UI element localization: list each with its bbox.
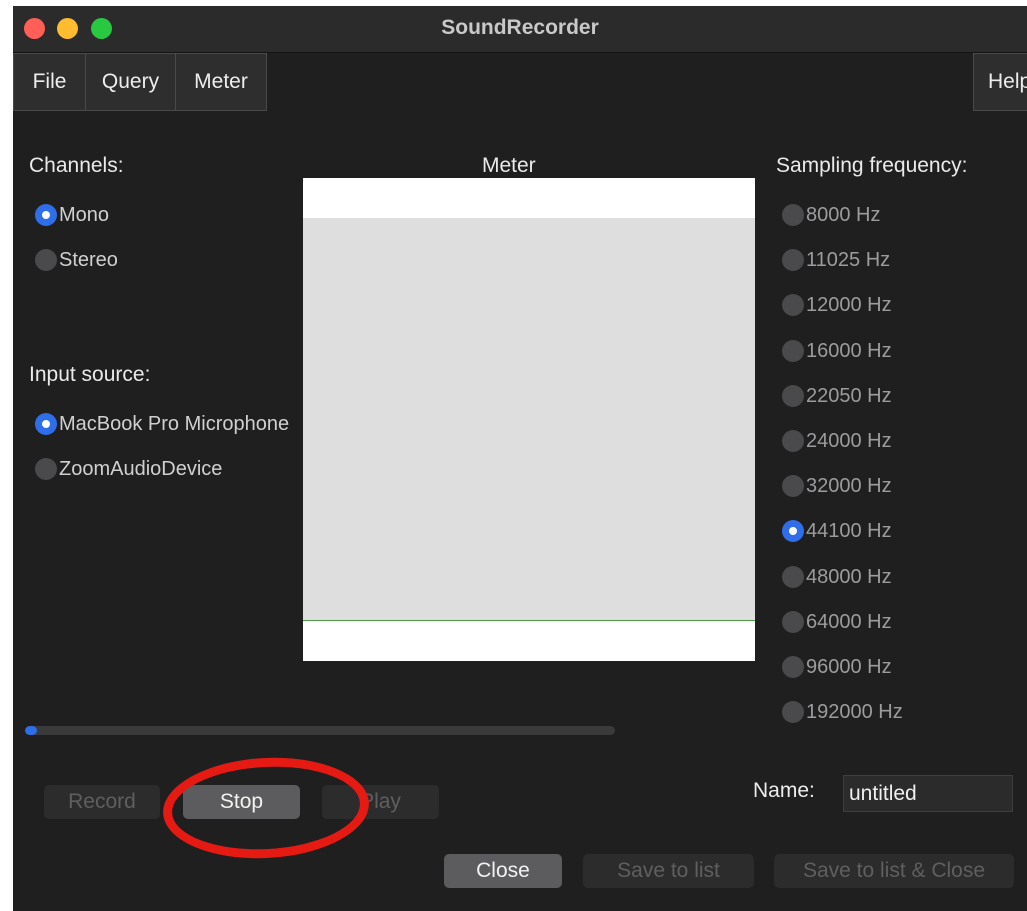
radio-unselected-icon [782,611,804,633]
radio-unselected-icon [35,249,57,271]
radio-sampling-frequency-label: 24000 Hz [806,429,892,452]
radio-sampling-frequency-label: 44100 Hz [806,519,892,542]
radio-zoom-audio-device-label: ZoomAudioDevice [59,457,223,480]
radio-sampling-frequency[interactable]: 16000 Hz [782,338,892,364]
meter-level-line [303,620,755,621]
sampling-frequency-label: Sampling frequency: [776,154,968,177]
menu-file[interactable]: File [13,53,86,111]
close-button[interactable]: Close [444,854,562,888]
radio-selected-icon [35,413,57,435]
radio-sampling-frequency-label: 96000 Hz [806,655,892,678]
radio-unselected-icon [782,385,804,407]
radio-stereo[interactable]: Stereo [35,247,118,273]
radio-sampling-frequency[interactable]: 8000 Hz [782,202,881,228]
radio-sampling-frequency[interactable]: 192000 Hz [782,699,903,725]
radio-sampling-frequency[interactable]: 22050 Hz [782,383,892,409]
radio-sampling-frequency-label: 48000 Hz [806,565,892,588]
radio-stereo-label: Stereo [59,248,118,271]
radio-macbook-microphone-label: MacBook Pro Microphone [59,412,290,435]
radio-sampling-frequency-label: 32000 Hz [806,474,892,497]
radio-sampling-frequency[interactable]: 96000 Hz [782,654,892,680]
channels-label: Channels: [29,154,124,177]
menu-bar: File Query Meter Help [13,53,1027,111]
radio-macbook-microphone[interactable]: MacBook Pro Microphone [35,411,289,437]
radio-unselected-icon [782,701,804,723]
radio-sampling-frequency-label: 22050 Hz [806,384,892,407]
record-button[interactable]: Record [44,785,160,819]
menu-help[interactable]: Help [973,53,1027,111]
meter-panel [303,178,755,661]
radio-sampling-frequency[interactable]: 24000 Hz [782,428,892,454]
sound-recorder-window: SoundRecorder File Query Meter Help Chan… [13,6,1027,911]
radio-sampling-frequency-label: 11025 Hz [806,248,891,271]
menu-query[interactable]: Query [85,53,176,111]
radio-selected-icon [782,520,804,542]
radio-mono[interactable]: Mono [35,202,109,228]
radio-selected-icon [35,204,57,226]
radio-sampling-frequency-label: 8000 Hz [806,203,881,226]
radio-sampling-frequency[interactable]: 12000 Hz [782,292,892,318]
radio-zoom-audio-device[interactable]: ZoomAudioDevice [35,456,222,482]
radio-sampling-frequency[interactable]: 64000 Hz [782,609,892,635]
radio-unselected-icon [782,656,804,678]
input-source-label: Input source: [29,363,151,386]
recording-progress-fill [25,726,37,735]
radio-unselected-icon [782,475,804,497]
save-to-list-and-close-button[interactable]: Save to list & Close [774,854,1014,888]
menu-meter[interactable]: Meter [175,53,267,111]
radio-unselected-icon [782,204,804,226]
radio-unselected-icon [782,294,804,316]
title-bar: SoundRecorder [13,6,1027,53]
meter-title: Meter [482,154,536,177]
radio-sampling-frequency[interactable]: 11025 Hz [782,247,890,273]
radio-sampling-frequency[interactable]: 44100 Hz [782,518,892,544]
radio-unselected-icon [35,458,57,480]
radio-sampling-frequency-label: 16000 Hz [806,339,892,362]
radio-sampling-frequency-label: 64000 Hz [806,610,892,633]
radio-unselected-icon [782,340,804,362]
radio-unselected-icon [782,249,804,271]
radio-sampling-frequency[interactable]: 48000 Hz [782,564,892,590]
name-label: Name: [753,779,815,802]
name-input[interactable] [843,775,1013,812]
recording-progress-bar [25,726,615,735]
radio-unselected-icon [782,566,804,588]
play-button[interactable]: Play [322,785,439,819]
radio-unselected-icon [782,430,804,452]
save-to-list-button[interactable]: Save to list [583,854,754,888]
radio-sampling-frequency[interactable]: 32000 Hz [782,473,892,499]
radio-sampling-frequency-label: 12000 Hz [806,293,892,316]
stop-button[interactable]: Stop [183,785,300,819]
window-title: SoundRecorder [441,16,599,39]
meter-field [303,218,755,621]
radio-sampling-frequency-label: 192000 Hz [806,700,903,723]
radio-mono-label: Mono [59,203,110,226]
